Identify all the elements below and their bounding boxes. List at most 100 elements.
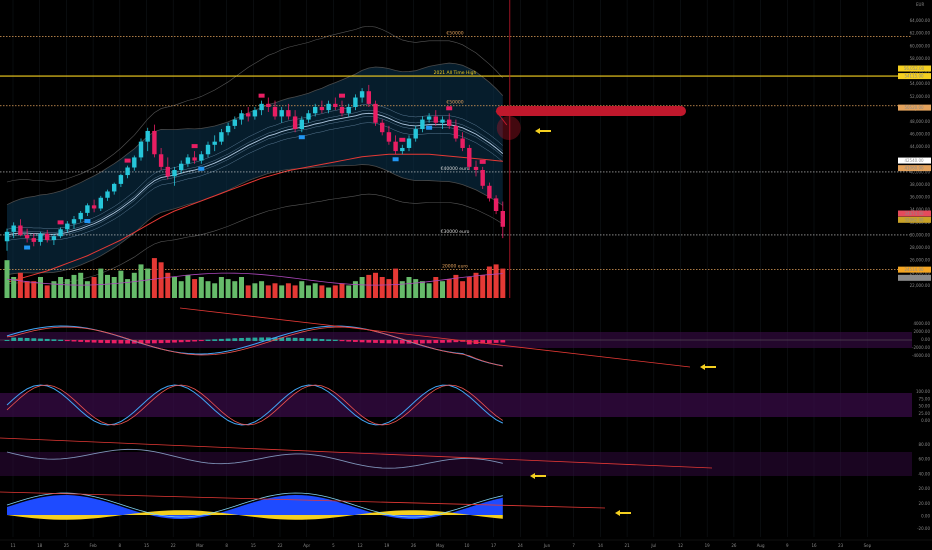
candle-body[interactable] — [286, 110, 291, 117]
candle-body[interactable] — [212, 141, 217, 145]
candle-body[interactable] — [433, 116, 438, 123]
candle-body[interactable] — [152, 130, 157, 155]
annotation-bubble — [496, 106, 686, 116]
candle-body[interactable] — [447, 119, 452, 126]
candle-body[interactable] — [65, 223, 70, 230]
candle-body[interactable] — [158, 154, 164, 167]
candle-body[interactable] — [393, 141, 398, 152]
candle-body[interactable] — [292, 116, 298, 130]
candle-body[interactable] — [125, 167, 130, 176]
price-tag-label: 42540.00 — [904, 158, 924, 163]
candle-body[interactable] — [219, 132, 224, 142]
candle-body[interactable] — [473, 166, 479, 171]
candle-body[interactable] — [11, 225, 16, 232]
candle-body[interactable] — [105, 191, 110, 198]
candle-body[interactable] — [138, 141, 144, 158]
candle-body[interactable] — [346, 106, 351, 114]
macd-histogram-bar — [118, 340, 124, 344]
macd-histogram-bar — [440, 340, 445, 343]
candle-body[interactable] — [239, 113, 244, 120]
candle-body[interactable] — [386, 132, 392, 142]
rsi-band — [0, 452, 912, 476]
candle-body[interactable] — [266, 103, 271, 107]
candle-body[interactable] — [232, 119, 237, 126]
candle-body[interactable] — [185, 157, 191, 164]
candle-body[interactable] — [165, 166, 170, 177]
volume-bar — [118, 270, 124, 298]
candle-body[interactable] — [299, 119, 304, 130]
price-tick-label: 52,000.00 — [910, 94, 931, 99]
candle-body[interactable] — [333, 103, 338, 107]
candle-body[interactable] — [453, 125, 459, 139]
sell-signal-marker — [258, 93, 265, 98]
candle-body[interactable] — [272, 106, 278, 117]
candle-body[interactable] — [413, 129, 418, 139]
candle-body[interactable] — [339, 106, 345, 114]
candle-body[interactable] — [366, 91, 371, 104]
candle-body[interactable] — [179, 163, 184, 171]
candle-body[interactable] — [18, 225, 23, 235]
candle-body[interactable] — [259, 103, 264, 111]
indicator-tick-label: 4000.00 — [913, 321, 930, 326]
x-tick-label: 19 — [705, 543, 711, 548]
candle-body[interactable] — [246, 113, 251, 117]
candle-body[interactable] — [440, 119, 445, 123]
indicator-tick-label: 25.00 — [919, 411, 931, 416]
indicator-tick-label: -20.00 — [917, 526, 930, 531]
candle-body[interactable] — [487, 185, 492, 199]
volume-bar — [352, 281, 358, 298]
candle-body[interactable] — [112, 183, 117, 192]
candle-body[interactable] — [480, 170, 485, 186]
candle-body[interactable] — [24, 234, 30, 239]
volume-bar — [111, 277, 117, 298]
candle-body[interactable] — [98, 197, 103, 209]
macd-histogram-bar — [433, 340, 439, 344]
candle-body[interactable] — [380, 122, 385, 133]
macd-histogram-bar — [393, 340, 398, 344]
candle-body[interactable] — [467, 147, 472, 167]
trading-chart[interactable]: €50000 2021 All Time High €50000 €40000 eur… — [0, 0, 932, 550]
candle-body[interactable] — [45, 233, 50, 240]
price-tick-label: 22,000.00 — [910, 283, 931, 288]
candle-body[interactable] — [500, 211, 505, 227]
candle-body[interactable] — [51, 236, 57, 240]
candle-body[interactable] — [71, 219, 77, 224]
candle-body[interactable] — [353, 97, 358, 107]
candle-body[interactable] — [199, 154, 204, 161]
candle-body[interactable] — [406, 138, 412, 148]
candle-body[interactable] — [326, 103, 331, 111]
candle-body[interactable] — [373, 103, 378, 123]
candle-body[interactable] — [78, 212, 83, 220]
candle-body[interactable] — [252, 110, 258, 117]
price-tag-label: 24514.00 — [904, 267, 924, 272]
candle-body[interactable] — [31, 238, 36, 242]
candle-body[interactable] — [192, 157, 197, 161]
candle-body[interactable] — [4, 231, 10, 242]
x-tick-label: Jun — [543, 543, 551, 548]
macd-histogram-bar — [85, 340, 90, 343]
candle-body[interactable] — [420, 119, 425, 130]
candle-body[interactable] — [306, 113, 311, 120]
candle-body[interactable] — [172, 170, 177, 177]
candle-body[interactable] — [319, 106, 325, 111]
volume-bar — [105, 274, 110, 298]
candle-body[interactable] — [85, 205, 90, 213]
x-tick-label: 26 — [411, 543, 417, 548]
candle-body[interactable] — [400, 147, 405, 152]
candle-body[interactable] — [205, 144, 211, 155]
candle-body[interactable] — [38, 233, 43, 242]
candle-body[interactable] — [460, 138, 465, 148]
macd-histogram-bar — [319, 338, 325, 341]
candle-body[interactable] — [91, 205, 97, 209]
candle-body[interactable] — [359, 91, 365, 98]
candle-body[interactable] — [145, 130, 150, 142]
candle-body[interactable] — [313, 106, 318, 114]
candle-body[interactable] — [118, 175, 124, 184]
candle-body[interactable] — [279, 110, 284, 117]
candle-body[interactable] — [493, 198, 499, 211]
candle-body[interactable] — [225, 125, 231, 133]
candle-body[interactable] — [132, 157, 137, 168]
candle-body[interactable] — [58, 229, 63, 237]
level-label: 20000 euro — [442, 264, 468, 270]
candle-body[interactable] — [426, 116, 432, 120]
